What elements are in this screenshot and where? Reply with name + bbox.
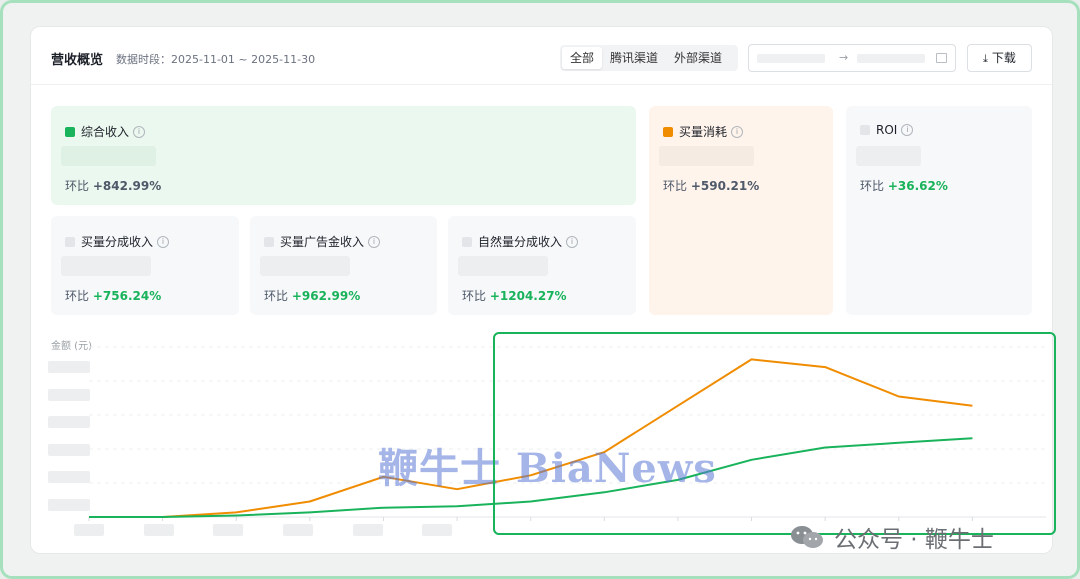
wechat-account-tag: 公众号 · 鞭牛士 [790,520,994,554]
highlight-box [493,332,1056,535]
wechat-icon [791,526,823,548]
wechat-account-name: 公众号 · 鞭牛士 [834,527,994,553]
